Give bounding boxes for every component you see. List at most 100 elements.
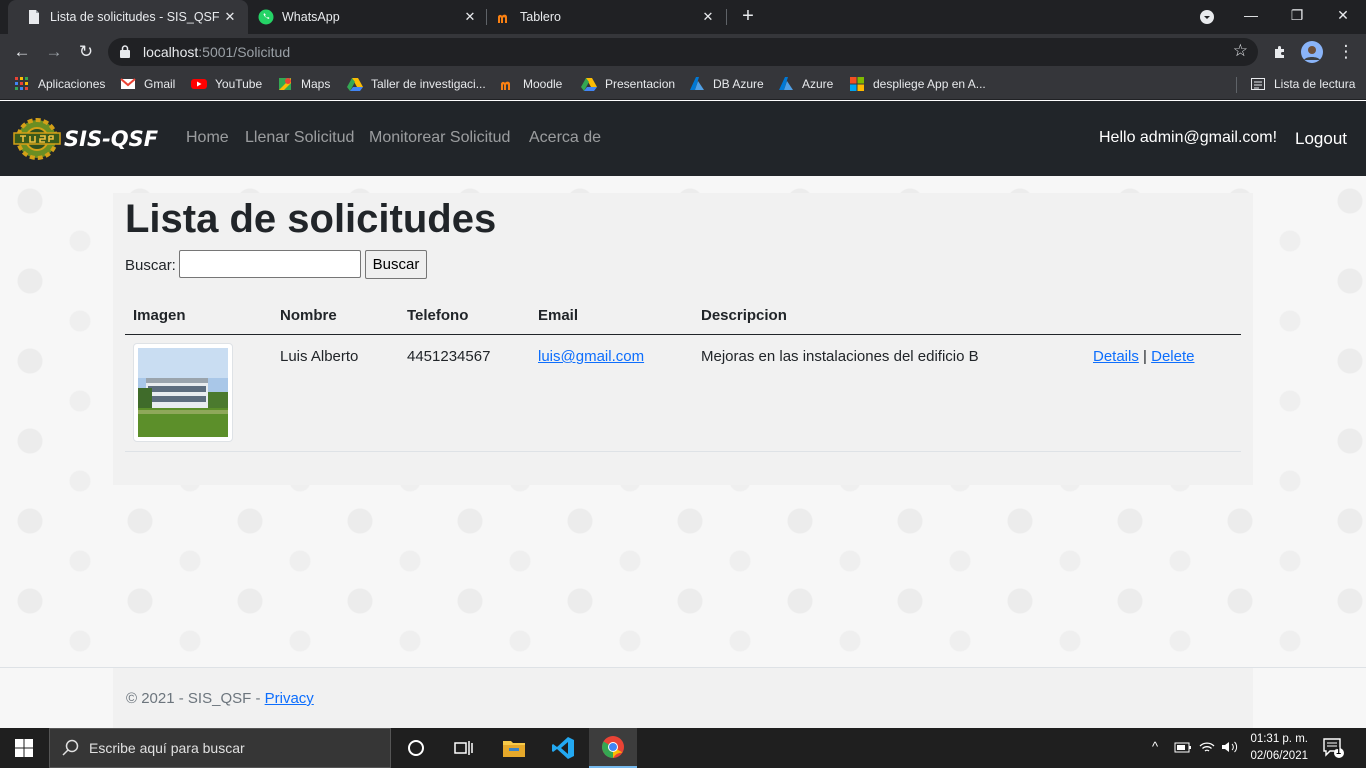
url-text: localhost:5001/Solicitud bbox=[143, 44, 291, 60]
bookmark-label: Maps bbox=[301, 77, 331, 91]
bookmark-star-icon[interactable]: ☆ bbox=[1233, 41, 1248, 61]
back-icon[interactable]: ← bbox=[10, 40, 34, 64]
restore-icon[interactable]: ❐ bbox=[1274, 0, 1320, 34]
chrome-taskbar-icon[interactable] bbox=[589, 728, 637, 768]
taskbar-search-placeholder: Escribe aquí para buscar bbox=[89, 740, 245, 756]
tab-title: Tablero bbox=[520, 10, 561, 24]
menu-icon[interactable]: ⋮ bbox=[1334, 40, 1358, 64]
extensions-icon[interactable] bbox=[1268, 40, 1292, 64]
windows-start-button[interactable] bbox=[0, 728, 48, 768]
tab-separator bbox=[726, 9, 727, 25]
taskbar-search-box[interactable]: Escribe aquí para buscar bbox=[49, 728, 391, 768]
tab-title: Lista de solicitudes - SIS_QSF bbox=[50, 10, 220, 24]
reload-icon[interactable]: ↻ bbox=[74, 40, 98, 64]
gear-logo-icon bbox=[13, 118, 61, 160]
minimize-icon[interactable]: — bbox=[1228, 0, 1274, 34]
browser-tab-bar: Lista de solicitudes - SIS_QSF ✕ WhatsAp… bbox=[0, 0, 1366, 34]
bookmark-label: Gmail bbox=[144, 77, 176, 91]
bookmark-db-azure[interactable]: DB Azure bbox=[689, 76, 764, 92]
bookmark-gmail[interactable]: Gmail bbox=[120, 76, 175, 92]
tab-tablero[interactable]: Tablero ✕ bbox=[478, 0, 726, 34]
azure-icon bbox=[690, 77, 704, 90]
main-container: Lista de solicitudes Buscar: Buscar Imag… bbox=[113, 193, 1253, 485]
bookmark-taller[interactable]: Taller de investigaci... bbox=[347, 76, 486, 92]
close-tab-icon[interactable]: ✕ bbox=[220, 9, 240, 25]
cell-telefono: 4451234567 bbox=[407, 348, 491, 365]
cell-email: luis@gmail.com bbox=[538, 348, 644, 365]
nav-llenar-solicitud[interactable]: Llenar Solicitud bbox=[245, 129, 354, 147]
file-explorer-icon[interactable] bbox=[490, 728, 538, 768]
nav-home[interactable]: Home bbox=[186, 129, 229, 147]
tab-search-icon[interactable] bbox=[1184, 0, 1230, 34]
bookmark-label: despliege App en A... bbox=[873, 77, 986, 91]
cell-nombre: Luis Alberto bbox=[280, 348, 359, 365]
nav-monitorear-solicitud[interactable]: Monitorear Solicitud bbox=[369, 129, 510, 147]
notifications-icon[interactable]: 1 bbox=[1322, 737, 1344, 764]
profile-avatar[interactable] bbox=[1300, 40, 1324, 64]
search-input[interactable] bbox=[179, 250, 361, 278]
tab-title: WhatsApp bbox=[282, 10, 340, 24]
bookmark-aplicaciones[interactable]: Aplicaciones bbox=[14, 76, 105, 92]
user-greeting[interactable]: Hello admin@gmail.com! bbox=[1099, 129, 1277, 147]
bookmark-label: Presentacion bbox=[605, 77, 676, 91]
tab-whatsapp[interactable]: WhatsApp ✕ bbox=[240, 0, 488, 34]
bookmark-presentacion[interactable]: Presentacion bbox=[581, 76, 675, 92]
cell-actions: Details | Delete bbox=[1093, 348, 1194, 365]
page-title: Lista de solicitudes bbox=[125, 197, 497, 241]
youtube-icon bbox=[191, 79, 207, 89]
google-drive-icon bbox=[347, 78, 363, 91]
bookmarks-divider bbox=[1236, 77, 1237, 93]
footer-container: © 2021 - SIS_QSF - Privacy bbox=[113, 668, 1253, 728]
battery-icon[interactable] bbox=[1174, 740, 1192, 759]
bookmark-azure[interactable]: Azure bbox=[778, 76, 833, 92]
clock-date: 02/06/2021 bbox=[1250, 750, 1308, 762]
close-tab-icon[interactable]: ✕ bbox=[698, 9, 718, 25]
nav-acerca-de[interactable]: Acerca de bbox=[529, 129, 601, 147]
new-tab-button[interactable]: + bbox=[737, 6, 759, 28]
forward-icon[interactable]: → bbox=[42, 40, 66, 64]
col-telefono: Telefono bbox=[407, 307, 469, 324]
bookmark-label: Azure bbox=[802, 77, 834, 91]
brand-name: SIS-QSF bbox=[64, 127, 159, 151]
whatsapp-icon bbox=[258, 9, 274, 25]
windows-taskbar: Escribe aquí para buscar ^ 01:31 p. m. 0… bbox=[0, 728, 1366, 768]
cortana-icon[interactable] bbox=[392, 728, 440, 768]
logout-button[interactable]: Logout bbox=[1295, 129, 1347, 149]
microsoft-icon bbox=[850, 77, 864, 91]
lock-icon bbox=[120, 45, 130, 58]
vscode-icon[interactable] bbox=[539, 728, 587, 768]
bookmark-maps[interactable]: Maps bbox=[277, 76, 330, 92]
close-window-icon[interactable]: ✕ bbox=[1320, 0, 1366, 34]
email-link[interactable]: luis@gmail.com bbox=[538, 348, 644, 365]
reading-list[interactable]: Lista de lectura bbox=[1250, 76, 1355, 92]
search-button[interactable]: Buscar bbox=[365, 250, 427, 279]
brand-logo[interactable]: SIS-QSF bbox=[12, 116, 158, 162]
bookmark-label: YouTube bbox=[215, 77, 263, 91]
bookmark-despliege[interactable]: despliege App en A... bbox=[849, 76, 986, 92]
maps-icon bbox=[279, 78, 291, 90]
wifi-icon[interactable] bbox=[1199, 740, 1215, 759]
details-link[interactable]: Details bbox=[1093, 348, 1139, 365]
delete-link[interactable]: Delete bbox=[1151, 348, 1194, 365]
show-hidden-icons[interactable]: ^ bbox=[1152, 739, 1158, 754]
bookmark-moodle[interactable]: Moodle bbox=[499, 76, 562, 92]
col-imagen: Imagen bbox=[133, 307, 186, 324]
table-header: Imagen Nombre Telefono Email Descripcion bbox=[125, 299, 1241, 335]
task-view-icon[interactable] bbox=[440, 728, 488, 768]
site-navbar: SIS-QSF Home Llenar Solicitud Monitorear… bbox=[0, 101, 1366, 176]
privacy-link[interactable]: Privacy bbox=[265, 690, 314, 707]
bookmark-youtube[interactable]: YouTube bbox=[191, 76, 262, 92]
address-bar[interactable]: localhost:5001/Solicitud ☆ bbox=[108, 38, 1258, 66]
bookmark-label: DB Azure bbox=[713, 77, 764, 91]
copyright-text: © 2021 - SIS_QSF - bbox=[126, 690, 265, 707]
close-tab-icon[interactable]: ✕ bbox=[460, 9, 480, 25]
col-nombre: Nombre bbox=[280, 307, 337, 324]
tab-lista-solicitudes[interactable]: Lista de solicitudes - SIS_QSF ✕ bbox=[8, 0, 248, 34]
apps-grid-icon bbox=[15, 77, 28, 90]
bookmarks-bar: Aplicaciones Gmail YouTube Maps Taller d… bbox=[0, 70, 1366, 100]
bookmark-label: Taller de investigaci... bbox=[371, 77, 486, 91]
reading-list-icon bbox=[1251, 78, 1265, 90]
system-clock[interactable]: 01:31 p. m. 02/06/2021 bbox=[1250, 731, 1308, 765]
volume-icon[interactable] bbox=[1221, 740, 1239, 759]
notifications-count: 1 bbox=[1336, 746, 1342, 756]
